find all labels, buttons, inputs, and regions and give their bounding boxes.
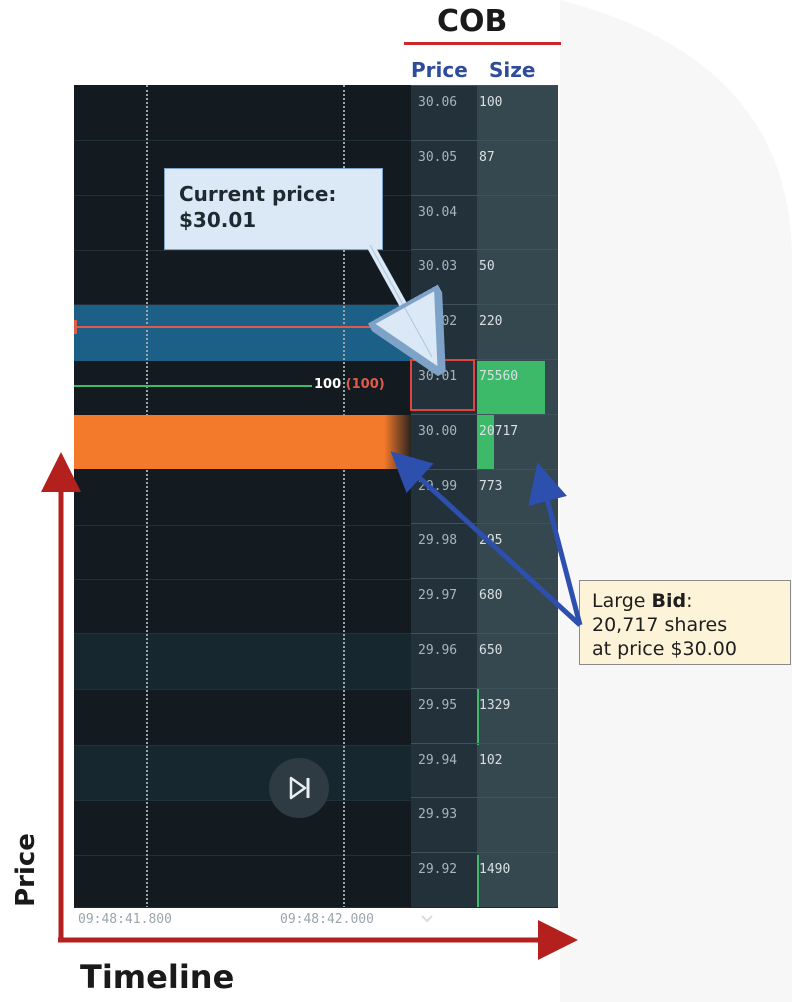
cob-ladder[interactable]: 30.06 100 30.05 87 30.04 30.03 50 30.02 220 30.01… — [411, 85, 558, 908]
cob-size: 650 — [479, 643, 503, 658]
cob-row[interactable]: 30.04 — [411, 195, 558, 249]
order-bracket — [74, 326, 403, 347]
time-axis-strip — [74, 907, 411, 908]
cob-row[interactable]: 29.98 295 — [411, 523, 558, 577]
cob-size: 100 — [479, 95, 503, 110]
cob-row[interactable]: 30.03 50 — [411, 249, 558, 303]
cob-title: COB — [437, 4, 508, 39]
cob-price: 30.06 — [418, 95, 458, 110]
time-label: 09:48:42.000 — [280, 912, 374, 927]
y-axis-label: Price — [11, 833, 41, 907]
cob-size: 773 — [479, 479, 503, 494]
cob-price: 29.96 — [418, 643, 458, 658]
cob-price: 30.02 — [418, 314, 458, 329]
cob-size: 1329 — [479, 698, 511, 713]
cob-price: 29.99 — [418, 479, 458, 494]
cob-row[interactable]: 30.00 20717 — [411, 414, 558, 468]
skip-forward-button[interactable] — [269, 758, 329, 818]
cob-price: 29.94 — [418, 753, 458, 768]
cob-price: 29.97 — [418, 588, 458, 603]
cob-row[interactable]: 30.06 100 — [411, 85, 558, 139]
cob-size: 50 — [479, 259, 495, 274]
row-band — [74, 633, 411, 689]
row-band — [74, 745, 411, 801]
order-qty-label: 100 (100) — [314, 377, 385, 392]
cob-price: 29.92 — [418, 862, 458, 877]
cob-size: 87 — [479, 150, 495, 165]
size-column-header: Size — [489, 58, 536, 82]
skip-forward-icon — [289, 776, 310, 800]
cob-row[interactable]: 29.97 680 — [411, 578, 558, 632]
order-bracket-handle — [74, 320, 77, 334]
cob-price: 30.04 — [418, 205, 458, 220]
order-line — [74, 385, 312, 387]
cob-size: 680 — [479, 588, 503, 603]
cob-price: 30.00 — [418, 424, 458, 439]
cob-row[interactable]: 29.99 773 — [411, 469, 558, 523]
cob-size: 1490 — [479, 862, 511, 877]
cob-price: 29.93 — [418, 807, 458, 822]
time-label: 09:48:41.800 — [78, 912, 172, 927]
cob-row[interactable]: 29.93 — [411, 797, 558, 851]
cob-price: 29.95 — [418, 698, 458, 713]
cob-size: 102 — [479, 753, 503, 768]
large-bid-band — [74, 415, 411, 469]
current-price-callout: Current price: $30.01 — [164, 168, 383, 250]
cob-row[interactable]: 29.94 102 — [411, 743, 558, 797]
cob-row[interactable]: 30.05 87 — [411, 140, 558, 194]
cob-row[interactable]: 30.02 220 — [411, 304, 558, 358]
cob-price: 30.03 — [418, 259, 458, 274]
cob-row[interactable]: 29.96 650 — [411, 633, 558, 687]
current-price-highlight — [410, 359, 475, 411]
cob-row[interactable]: 29.92 1490 — [411, 852, 558, 906]
price-column-header: Price — [411, 58, 468, 82]
cob-price: 29.98 — [418, 533, 458, 548]
x-axis-label: Timeline — [80, 958, 235, 996]
cob-footer — [411, 907, 558, 908]
large-bid-callout: Large Bid: 20,717 shares at price $30.00 — [579, 580, 791, 665]
cob-price: 30.05 — [418, 150, 458, 165]
cob-row[interactable]: 29.95 1329 — [411, 688, 558, 742]
cob-title-underline — [404, 42, 561, 45]
cob-size: 20717 — [479, 424, 519, 439]
time-gridline — [146, 85, 148, 908]
cob-size: 220 — [479, 314, 503, 329]
cob-size: 75560 — [479, 369, 519, 384]
chevron-down-icon[interactable] — [420, 914, 434, 924]
cob-size: 295 — [479, 533, 503, 548]
